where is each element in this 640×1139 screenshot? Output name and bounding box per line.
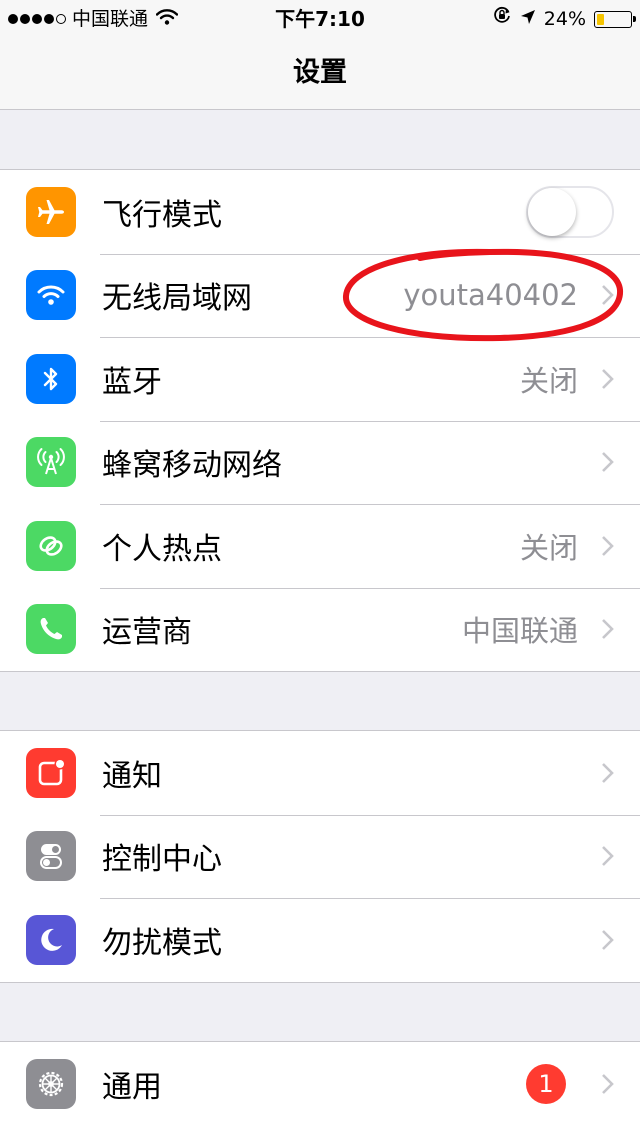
battery-icon xyxy=(594,10,636,28)
chevron-right-icon xyxy=(600,534,616,558)
cellular-antenna-icon xyxy=(26,437,76,488)
chevron-right-icon xyxy=(600,928,616,952)
settings-row-label: 运营商 xyxy=(102,615,192,651)
phone-icon xyxy=(26,604,76,655)
control-center-icon xyxy=(26,831,76,882)
airplane-icon xyxy=(26,186,76,237)
bluetooth-status: 关闭 xyxy=(519,363,578,398)
settings-row-label: 通用 xyxy=(102,1069,162,1105)
chevron-right-icon xyxy=(600,1072,616,1096)
settings-row-label: 勿扰模式 xyxy=(102,925,222,961)
settings-row-label: 蜂窝移动网络 xyxy=(102,448,282,484)
bluetooth-icon xyxy=(26,353,76,404)
wifi-icon xyxy=(26,270,76,321)
airplane-mode-toggle[interactable] xyxy=(526,185,614,238)
status-bar: 中国联通 下午7:10 24% xyxy=(0,0,640,38)
settings-row-do-not-disturb[interactable]: 勿扰模式 xyxy=(0,898,640,982)
carrier-value: 中国联通 xyxy=(461,614,578,649)
settings-row-label: 个人热点 xyxy=(102,531,222,567)
battery-percent: 24% xyxy=(543,8,586,30)
settings-row-bluetooth[interactable]: 蓝牙 关闭 xyxy=(0,337,640,421)
chevron-right-icon xyxy=(600,450,616,474)
moon-icon xyxy=(26,914,76,965)
settings-row-control-center[interactable]: 控制中心 xyxy=(0,814,640,899)
wifi-network-name: youta40402 xyxy=(403,278,578,313)
settings-row-wifi[interactable]: 无线局域网 youta40402 xyxy=(0,253,640,338)
settings-group-general: 通用 1 xyxy=(0,1041,640,1139)
page-title: 设置 xyxy=(293,57,347,88)
update-badge: 1 xyxy=(526,1063,566,1104)
settings-row-notifications[interactable]: 通知 xyxy=(0,731,640,815)
chevron-right-icon xyxy=(600,367,616,391)
settings-row-cellular[interactable]: 蜂窝移动网络 xyxy=(0,420,640,505)
notifications-icon xyxy=(26,747,76,798)
settings-row-label: 通知 xyxy=(102,758,162,794)
rotation-lock-icon xyxy=(492,0,512,38)
nav-bar: 设置 xyxy=(0,38,640,110)
settings-row-label: 飞行模式 xyxy=(102,197,222,233)
chevron-right-icon xyxy=(600,617,616,641)
hotspot-link-icon xyxy=(26,520,76,571)
location-arrow-icon xyxy=(520,0,536,38)
chevron-right-icon xyxy=(600,844,616,868)
settings-row-label: 蓝牙 xyxy=(102,364,162,400)
settings-group-network: 飞行模式 无线局域网 youta40402 蓝牙 关闭 蜂窝移动网络 个人热点 … xyxy=(0,169,640,672)
settings-row-label: 无线局域网 xyxy=(102,281,252,317)
settings-row-label: 控制中心 xyxy=(102,842,222,878)
hotspot-status: 关闭 xyxy=(519,530,578,565)
chevron-right-icon xyxy=(600,761,616,785)
settings-row-general[interactable]: 通用 1 xyxy=(0,1042,640,1126)
gear-icon xyxy=(26,1058,76,1109)
settings-row-personal-hotspot[interactable]: 个人热点 关闭 xyxy=(0,504,640,588)
settings-row-airplane-mode[interactable]: 飞行模式 xyxy=(0,170,640,254)
chevron-right-icon xyxy=(600,283,616,307)
settings-group-notifications: 通知 控制中心 勿扰模式 xyxy=(0,730,640,983)
settings-row-carrier[interactable]: 运营商 中国联通 xyxy=(0,587,640,672)
